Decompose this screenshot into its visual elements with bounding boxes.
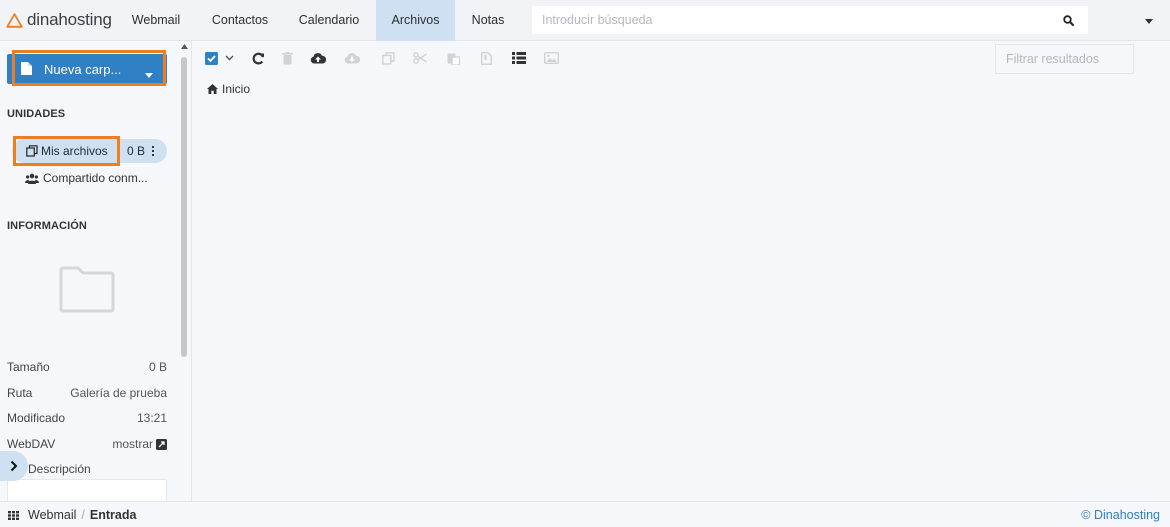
external-link-icon — [156, 438, 167, 450]
archive-icon[interactable] — [478, 50, 494, 66]
footer-breadcrumb: Webmail / Entrada — [28, 508, 136, 522]
logo-text: dinahosting — [27, 10, 112, 29]
footer-bar: Webmail / Entrada © Dinahosting — [0, 501, 1170, 527]
info-size-label: Tamaño — [7, 360, 50, 374]
chevron-down-icon[interactable] — [221, 50, 237, 66]
search-icon — [1062, 14, 1074, 26]
copyright-link[interactable]: © Dinahosting — [1081, 508, 1160, 522]
nav-calendario[interactable]: Calendario — [287, 0, 371, 41]
breadcrumb-home[interactable]: Inicio — [207, 82, 250, 96]
nav-contactos[interactable]: Contactos — [201, 0, 279, 41]
new-folder-caret-icon[interactable] — [145, 67, 153, 81]
description-field[interactable] — [7, 479, 167, 501]
apps-grid-icon[interactable] — [8, 511, 19, 520]
nav-notas[interactable]: Notas — [461, 0, 515, 41]
sidebar-scrollbar[interactable] — [180, 41, 189, 501]
folder-preview-icon — [58, 266, 116, 317]
info-size-value: 0 B — [148, 360, 167, 374]
refresh-icon[interactable] — [250, 50, 266, 66]
top-navigation-bar: dinahosting Webmail Contactos Calendario… — [0, 0, 1170, 41]
nav-webmail[interactable]: Webmail — [119, 0, 193, 41]
info-webdav-row: WebDAV mostrar — [7, 437, 167, 451]
new-folder-button[interactable]: Nueva carp... — [7, 54, 167, 84]
webdav-show-label: mostrar — [112, 437, 153, 451]
info-modified-row: Modificado 13:21 — [7, 411, 167, 425]
download-icon[interactable] — [344, 50, 360, 66]
info-modified-label: Modificado — [7, 411, 66, 425]
unit-label: Mis archivos — [41, 144, 108, 158]
kebab-menu-icon[interactable] — [149, 144, 157, 158]
home-icon — [207, 84, 218, 94]
select-all-checkbox-icon[interactable] — [203, 50, 219, 66]
copy-icon[interactable] — [380, 50, 396, 66]
info-title: INFORMACIÓN — [7, 220, 87, 232]
footer-webmail-link[interactable]: Webmail — [28, 508, 76, 522]
sidebar: Nueva carp... UNIDADES Mis archivos 0 B … — [0, 41, 192, 501]
scroll-up-arrow-icon[interactable] — [181, 44, 188, 49]
breadcrumb-home-label: Inicio — [222, 82, 251, 96]
dinahosting-logo[interactable]: dinahosting — [6, 9, 112, 31]
scrollbar-thumb[interactable] — [181, 57, 187, 357]
info-description-row: Descripción — [28, 462, 188, 476]
info-size-row: Tamaño 0 B — [7, 360, 167, 374]
list-view-icon[interactable] — [511, 50, 527, 66]
info-path-label: Ruta — [7, 386, 33, 400]
info-path-value: Galería de prueba — [70, 386, 167, 400]
footer-separator: / — [81, 508, 85, 522]
unit-size: 0 B — [127, 144, 146, 158]
users-icon — [25, 173, 39, 184]
info-modified-value: 13:21 — [136, 411, 167, 425]
nav-archivos[interactable]: Archivos — [376, 0, 455, 41]
search-input[interactable] — [532, 6, 1048, 34]
filter-results-input[interactable] — [995, 44, 1134, 74]
webdav-show-link[interactable]: mostrar — [112, 437, 167, 451]
logo-triangle-icon — [6, 12, 23, 28]
unit-mis-archivos[interactable]: Mis archivos 0 B — [12, 139, 167, 163]
upload-icon[interactable] — [310, 50, 326, 66]
unit-compartido[interactable]: Compartido conm... — [25, 170, 148, 186]
units-title: UNIDADES — [7, 108, 66, 120]
new-folder-label: Nueva carp... — [44, 61, 122, 77]
trash-icon[interactable] — [279, 50, 295, 66]
expand-panel-button[interactable] — [0, 451, 28, 481]
info-description-label: Descripción — [28, 462, 91, 476]
unit-label: Compartido conm... — [43, 171, 148, 185]
cut-icon[interactable] — [412, 50, 428, 66]
caret-down-icon — [1145, 18, 1153, 24]
chevron-right-icon — [10, 460, 18, 472]
search-button[interactable] — [1048, 6, 1088, 34]
copy-icon — [26, 145, 38, 157]
info-webdav-label: WebDAV — [7, 437, 56, 451]
footer-current-folder: Entrada — [89, 508, 137, 522]
info-path-row: Ruta Galería de prueba — [7, 386, 167, 400]
document-icon — [21, 62, 33, 76]
paste-icon[interactable] — [445, 50, 461, 66]
image-view-icon[interactable] — [543, 50, 559, 66]
user-menu-dropdown[interactable] — [1142, 14, 1156, 28]
